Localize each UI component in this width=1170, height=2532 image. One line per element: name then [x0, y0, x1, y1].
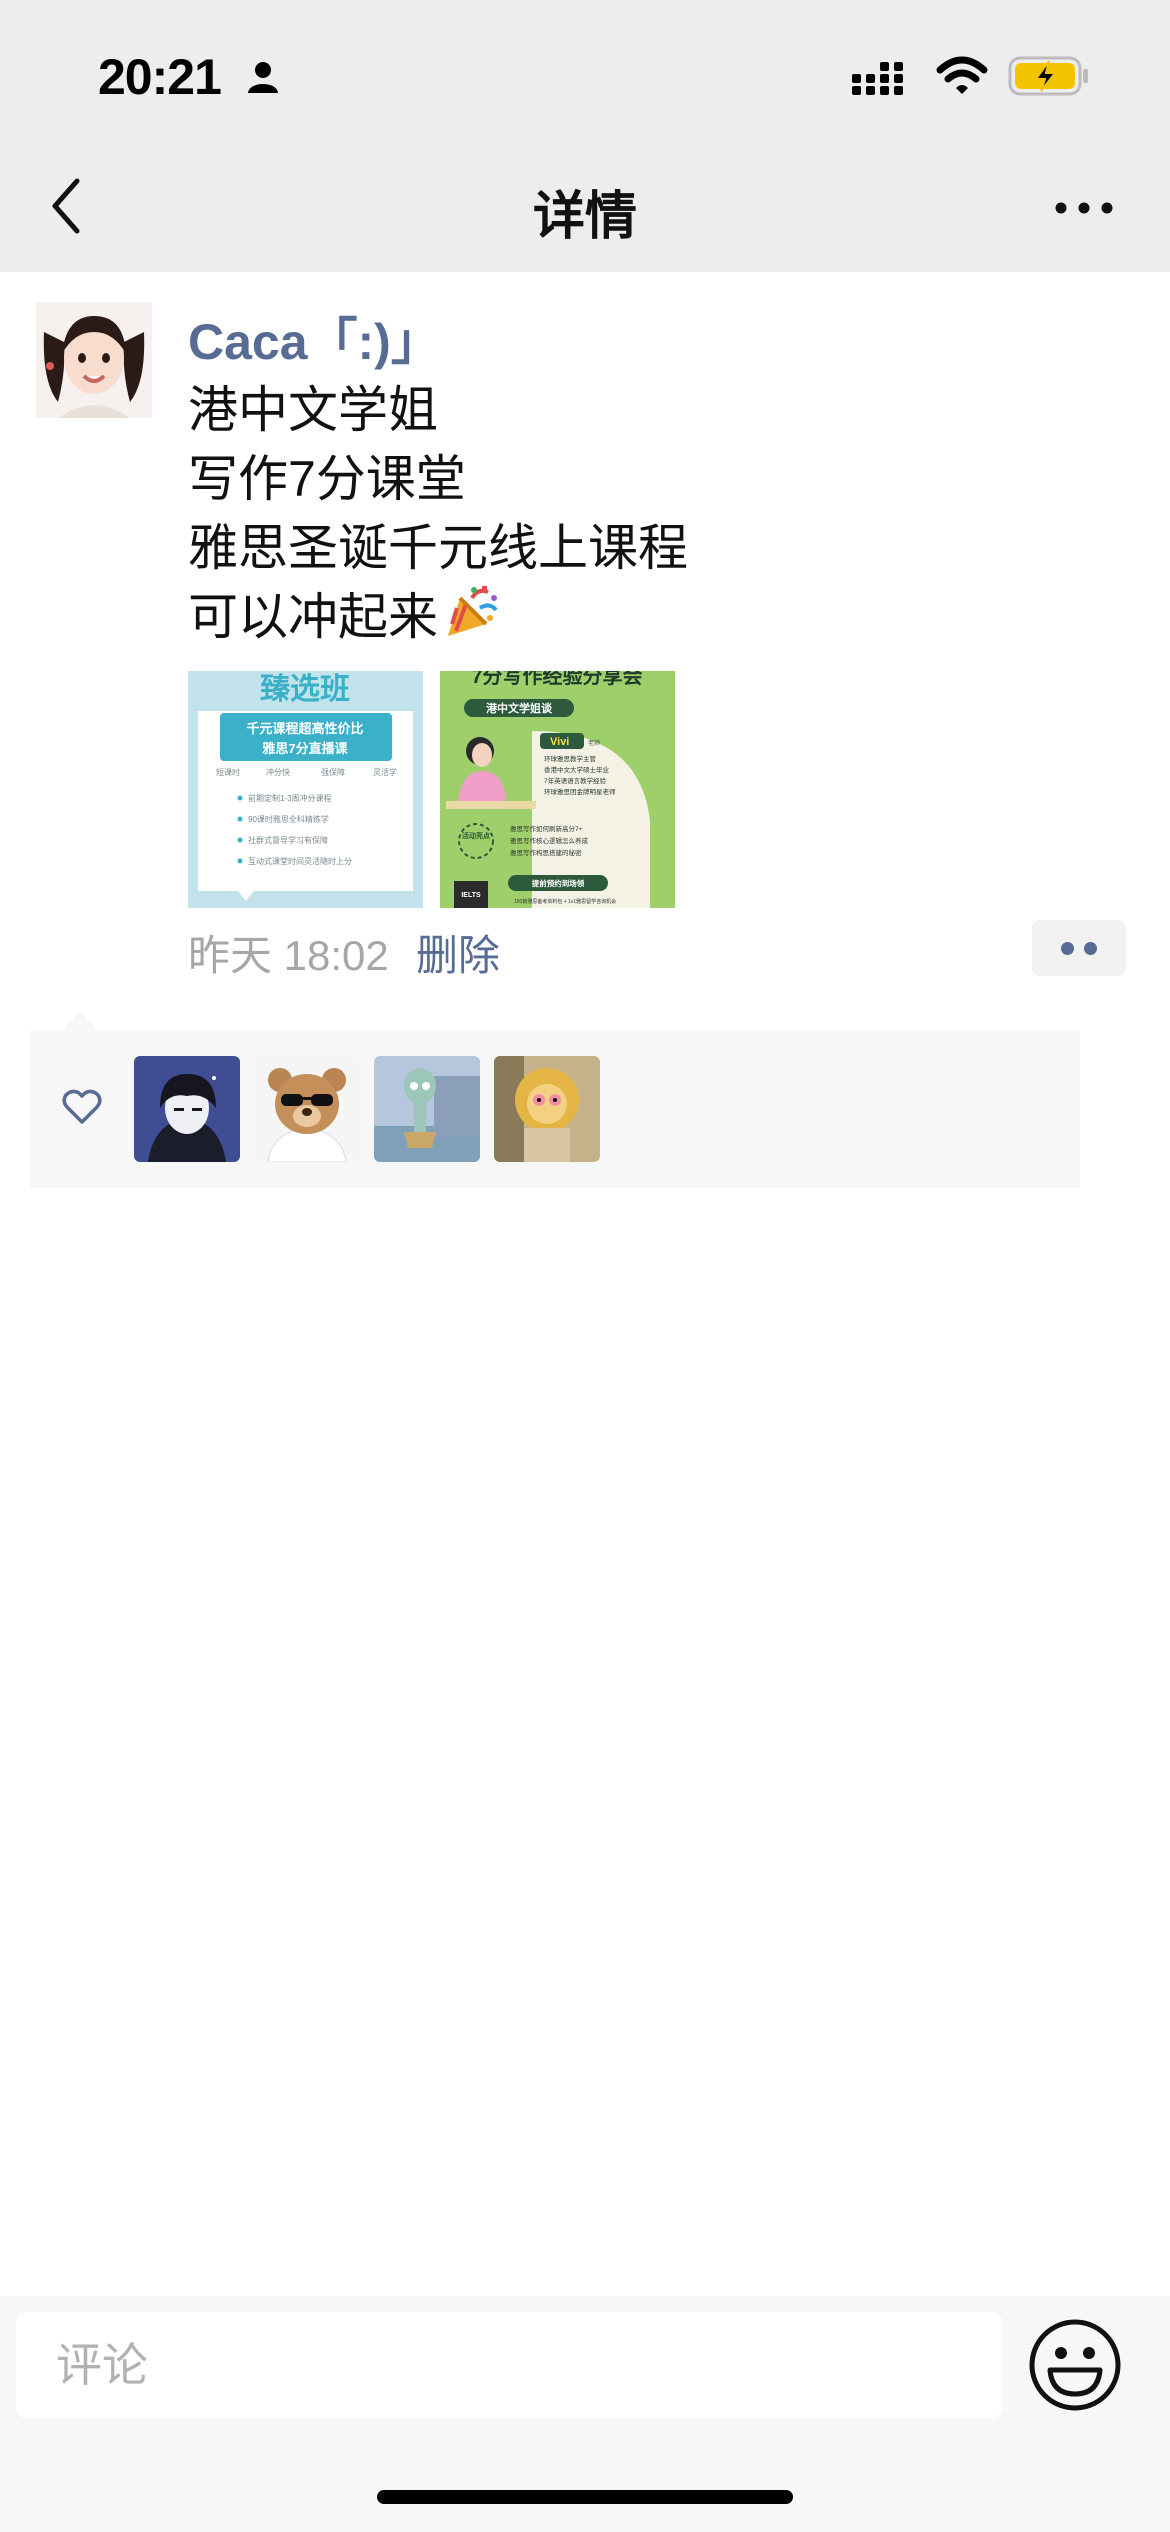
image2-speaker-role: 老师 — [588, 739, 600, 747]
post-line-with-emoji: 可以冲起来 — [188, 583, 688, 658]
image1-tag: 强保障 — [321, 767, 345, 777]
likes-panel-arrow — [60, 1012, 100, 1032]
image2-highlight: 雅思写作如何刷新高分7+ — [510, 824, 583, 833]
comment-dots-icon — [1084, 941, 1097, 955]
image2-badge: 港中文学姐谈 — [486, 701, 553, 715]
more-dots-icon — [1055, 202, 1113, 214]
battery-charging-icon — [1008, 54, 1092, 103]
image2-speaker: Vivi — [550, 736, 569, 748]
author-avatar[interactable] — [36, 302, 152, 418]
post-line: 可以冲起来 — [188, 589, 438, 645]
post-image-1[interactable]: 臻选班 千元课程超高性价比 雅思7分直播课 短课时 冲分快 强保障 灵活学 前期… — [188, 671, 423, 908]
post-timestamp: 昨天 18:02 — [188, 932, 389, 979]
image2-highlight-label: 活动亮点 — [462, 831, 490, 840]
more-button[interactable] — [1044, 180, 1124, 236]
image2-bio: 环球雅思团金牌明星老师 — [544, 787, 616, 796]
party-popper-icon — [444, 584, 500, 658]
image2-bio: 香港中文大学硕士毕业 — [544, 765, 610, 774]
image2-highlight: 雅思写作构思搭建的秘密 — [510, 848, 582, 857]
image1-bullet: 90课时雅思全科精练学 — [248, 814, 329, 824]
status-time: 20:21 — [98, 49, 222, 105]
post-image-2[interactable]: 7分写作经验分享会 港中文学姐谈 Vivi 老师 环球雅思教学主管 香港中文大学… — [440, 671, 675, 908]
avatar-anime-boy[interactable] — [134, 1056, 240, 1162]
comment-like-menu-button[interactable] — [1032, 920, 1126, 976]
image2-bio: 7年英语语言教学经验 — [544, 776, 607, 785]
comment-input[interactable] — [16, 2312, 1002, 2418]
image1-tag: 冲分快 — [266, 767, 290, 777]
image2-highlight: 雅思写作核心逻辑怎么养成 — [510, 836, 589, 845]
image1-subtitle2: 雅思7分直播课 — [262, 741, 348, 756]
emoji-button[interactable] — [1026, 2316, 1124, 2414]
image2-book-label: IELTS — [461, 892, 481, 899]
image1-tag: 灵活学 — [373, 767, 397, 777]
comment-dots-icon — [1061, 941, 1074, 955]
avatar-teddy-bear[interactable] — [254, 1056, 360, 1162]
post-line: 港中文学姐 — [188, 382, 438, 438]
wifi-icon — [936, 54, 988, 103]
image1-bullet: 前期定制1-3周冲分课程 — [248, 793, 332, 803]
post-line: 雅思圣诞千元线上课程 — [188, 520, 688, 576]
avatar-squidward[interactable] — [374, 1056, 480, 1162]
likes-panel — [30, 1031, 1080, 1188]
image1-tag: 短课时 — [216, 767, 240, 777]
delete-link[interactable]: 删除 — [416, 922, 500, 983]
post-text: 港中文学姐 写作7分课堂 雅思圣诞千元线上课程 可以冲起来 — [188, 376, 688, 658]
image1-title: 臻选班 — [260, 673, 350, 706]
author-name[interactable]: Caca「:)」 — [188, 302, 441, 374]
post-line: 写作7分课堂 — [188, 451, 466, 507]
smiley-face-icon — [1029, 2319, 1121, 2411]
heart-outline-icon — [62, 1089, 102, 1130]
top-bar: 20:21 详情 — [0, 0, 1170, 272]
home-indicator — [377, 2490, 793, 2504]
image2-bio: 环球雅思教学主管 — [544, 754, 597, 763]
image2-title: 7分写作经验分享会 — [471, 671, 642, 688]
image1-bullet: 社群式督导学习有保障 — [248, 835, 328, 845]
image1-subtitle: 千元课程超高性价比 — [246, 721, 363, 736]
image2-footer: 150篇雅思备考资料包 + 1v1雅思留学咨询机会 — [514, 898, 616, 905]
person-icon — [246, 60, 280, 99]
image1-bullet: 互动式课堂时间灵活随时上分 — [248, 856, 352, 866]
image2-cta: 提前预约到场领 — [532, 878, 585, 888]
page-title: 详情 — [532, 188, 637, 246]
signal-icon — [852, 56, 914, 105]
avatar-cartoon-lion[interactable] — [494, 1056, 600, 1162]
